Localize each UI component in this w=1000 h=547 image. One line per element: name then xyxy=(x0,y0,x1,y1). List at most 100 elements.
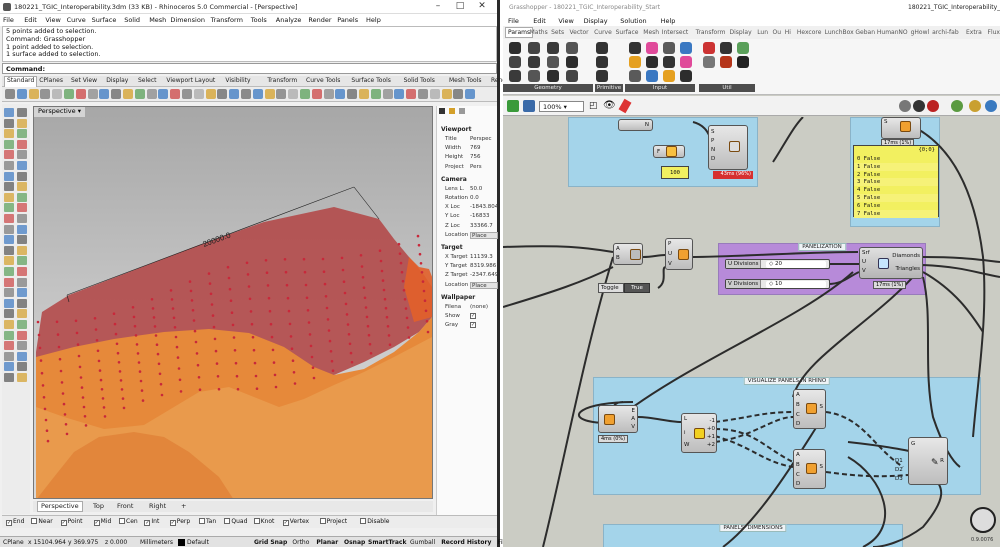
control-point[interactable] xyxy=(321,257,325,261)
control-point[interactable] xyxy=(247,285,251,288)
toolbar-tab[interactable]: Select xyxy=(138,77,157,84)
control-point[interactable] xyxy=(100,388,104,391)
gh-component-f[interactable]: F xyxy=(653,145,685,158)
properties-value[interactable]: 33366.7 xyxy=(470,223,498,229)
osnap-end[interactable]: ✓ End xyxy=(6,518,24,526)
left-tool-icon[interactable] xyxy=(17,309,27,319)
menu-item-transform[interactable]: Transform xyxy=(211,16,243,24)
control-point[interactable] xyxy=(121,397,125,400)
toolbar-tool-icon[interactable] xyxy=(264,89,275,99)
param-geometry-icon[interactable] xyxy=(566,42,578,54)
control-point[interactable] xyxy=(424,309,428,313)
menu-item-analyze[interactable]: Analyze xyxy=(276,16,302,24)
toolbar-tool-icon[interactable] xyxy=(111,89,122,99)
control-point[interactable] xyxy=(383,297,387,301)
gh-tab[interactable]: Sets xyxy=(551,29,564,36)
control-point[interactable] xyxy=(137,361,141,364)
gh-tab[interactable]: Lun xyxy=(757,29,768,36)
status-toggle[interactable]: Ortho xyxy=(292,539,309,546)
control-point[interactable] xyxy=(362,286,366,289)
param-input-icon[interactable] xyxy=(680,42,692,54)
control-point[interactable] xyxy=(158,372,162,376)
left-tool-icon[interactable] xyxy=(17,118,27,128)
control-point[interactable] xyxy=(406,326,410,329)
control-point[interactable] xyxy=(331,369,335,373)
status-toggle[interactable]: Planar xyxy=(316,539,338,546)
control-point[interactable] xyxy=(46,439,50,443)
control-point[interactable] xyxy=(119,379,123,382)
control-point[interactable] xyxy=(59,369,63,373)
control-point[interactable] xyxy=(214,349,218,353)
control-point[interactable] xyxy=(65,432,69,436)
control-point[interactable] xyxy=(305,296,309,300)
control-point[interactable] xyxy=(190,299,194,302)
gh-tab[interactable]: Vector xyxy=(570,29,589,36)
control-point[interactable] xyxy=(77,354,81,358)
control-point[interactable] xyxy=(311,366,315,370)
properties-value[interactable]: 11139.3 xyxy=(470,254,498,260)
control-point[interactable] xyxy=(197,376,201,379)
osnap-quad[interactable]: Quad xyxy=(224,518,247,525)
checkbox-icon[interactable]: ✓ xyxy=(6,520,12,526)
gh-menu-item-view[interactable]: View xyxy=(558,17,573,25)
control-point[interactable] xyxy=(152,316,156,319)
control-point[interactable] xyxy=(361,276,365,279)
control-point[interactable] xyxy=(159,382,163,386)
left-tool-icon[interactable] xyxy=(17,171,27,181)
control-point[interactable] xyxy=(178,378,182,382)
perspective-viewport[interactable]: 20000.0 Perspective ▾ xyxy=(33,106,433,499)
properties-value[interactable]: 769 xyxy=(470,145,498,151)
control-point[interactable] xyxy=(327,329,331,332)
control-point[interactable] xyxy=(172,316,176,320)
control-point[interactable] xyxy=(272,361,276,364)
checkbox-icon[interactable]: ✓ xyxy=(169,520,176,526)
gh-menu-item-file[interactable]: File xyxy=(508,17,519,25)
ribbon-group-primitive[interactable]: Primitive xyxy=(595,84,623,92)
preview-mode-icon[interactable] xyxy=(899,100,911,112)
status-toggle[interactable]: Gumball xyxy=(410,539,435,546)
gh-tab[interactable]: Hexcore xyxy=(797,29,822,36)
control-point[interactable] xyxy=(269,322,273,326)
toolbar-tool-icon[interactable] xyxy=(5,89,15,99)
status-toggle[interactable]: Grid Snap xyxy=(254,539,287,546)
left-tool-icon[interactable] xyxy=(17,129,27,139)
control-point[interactable] xyxy=(328,339,332,343)
control-point[interactable] xyxy=(419,262,423,265)
control-point[interactable] xyxy=(96,349,100,353)
control-point[interactable] xyxy=(267,296,271,300)
control-point[interactable] xyxy=(134,334,138,337)
toolbar-tab[interactable]: Display xyxy=(106,77,128,84)
menu-item-file[interactable]: File xyxy=(3,16,14,24)
menu-item-edit[interactable]: Edit xyxy=(24,16,37,24)
control-point[interactable] xyxy=(170,298,174,301)
left-tool-icon[interactable] xyxy=(4,277,14,287)
control-point[interactable] xyxy=(342,280,346,283)
control-point[interactable] xyxy=(113,322,117,326)
control-point[interactable] xyxy=(175,345,179,349)
left-tool-icon[interactable] xyxy=(4,245,14,255)
toolbar-tool-icon[interactable] xyxy=(370,89,381,99)
gh-tab[interactable]: Human xyxy=(877,29,899,36)
control-point[interactable] xyxy=(193,329,197,333)
left-tool-icon[interactable] xyxy=(4,171,14,181)
left-tool-icon[interactable] xyxy=(4,235,14,245)
control-point[interactable] xyxy=(398,252,402,255)
control-point[interactable] xyxy=(76,343,80,346)
control-point[interactable] xyxy=(215,362,219,365)
control-point[interactable] xyxy=(290,347,294,350)
properties-button[interactable]: Place xyxy=(470,231,498,239)
gh-tab[interactable]: archi-fab xyxy=(932,29,959,36)
control-point[interactable] xyxy=(325,306,329,310)
control-point[interactable] xyxy=(288,322,292,326)
gh-tab[interactable]: Ou xyxy=(773,29,782,36)
left-tool-icon[interactable] xyxy=(17,320,27,329)
boolean-list-panel[interactable]: {0;0} 0 False 1 False 2 False 3 False 4 Fals… xyxy=(853,145,939,218)
control-point[interactable] xyxy=(381,279,385,282)
control-point[interactable] xyxy=(252,348,256,352)
control-point[interactable] xyxy=(248,297,252,301)
control-point[interactable] xyxy=(400,270,404,274)
toolbar-tool-icon[interactable] xyxy=(241,89,251,99)
left-tool-icon[interactable] xyxy=(17,362,27,372)
menu-item-solid[interactable]: Solid xyxy=(124,16,140,24)
control-point[interactable] xyxy=(236,387,240,391)
